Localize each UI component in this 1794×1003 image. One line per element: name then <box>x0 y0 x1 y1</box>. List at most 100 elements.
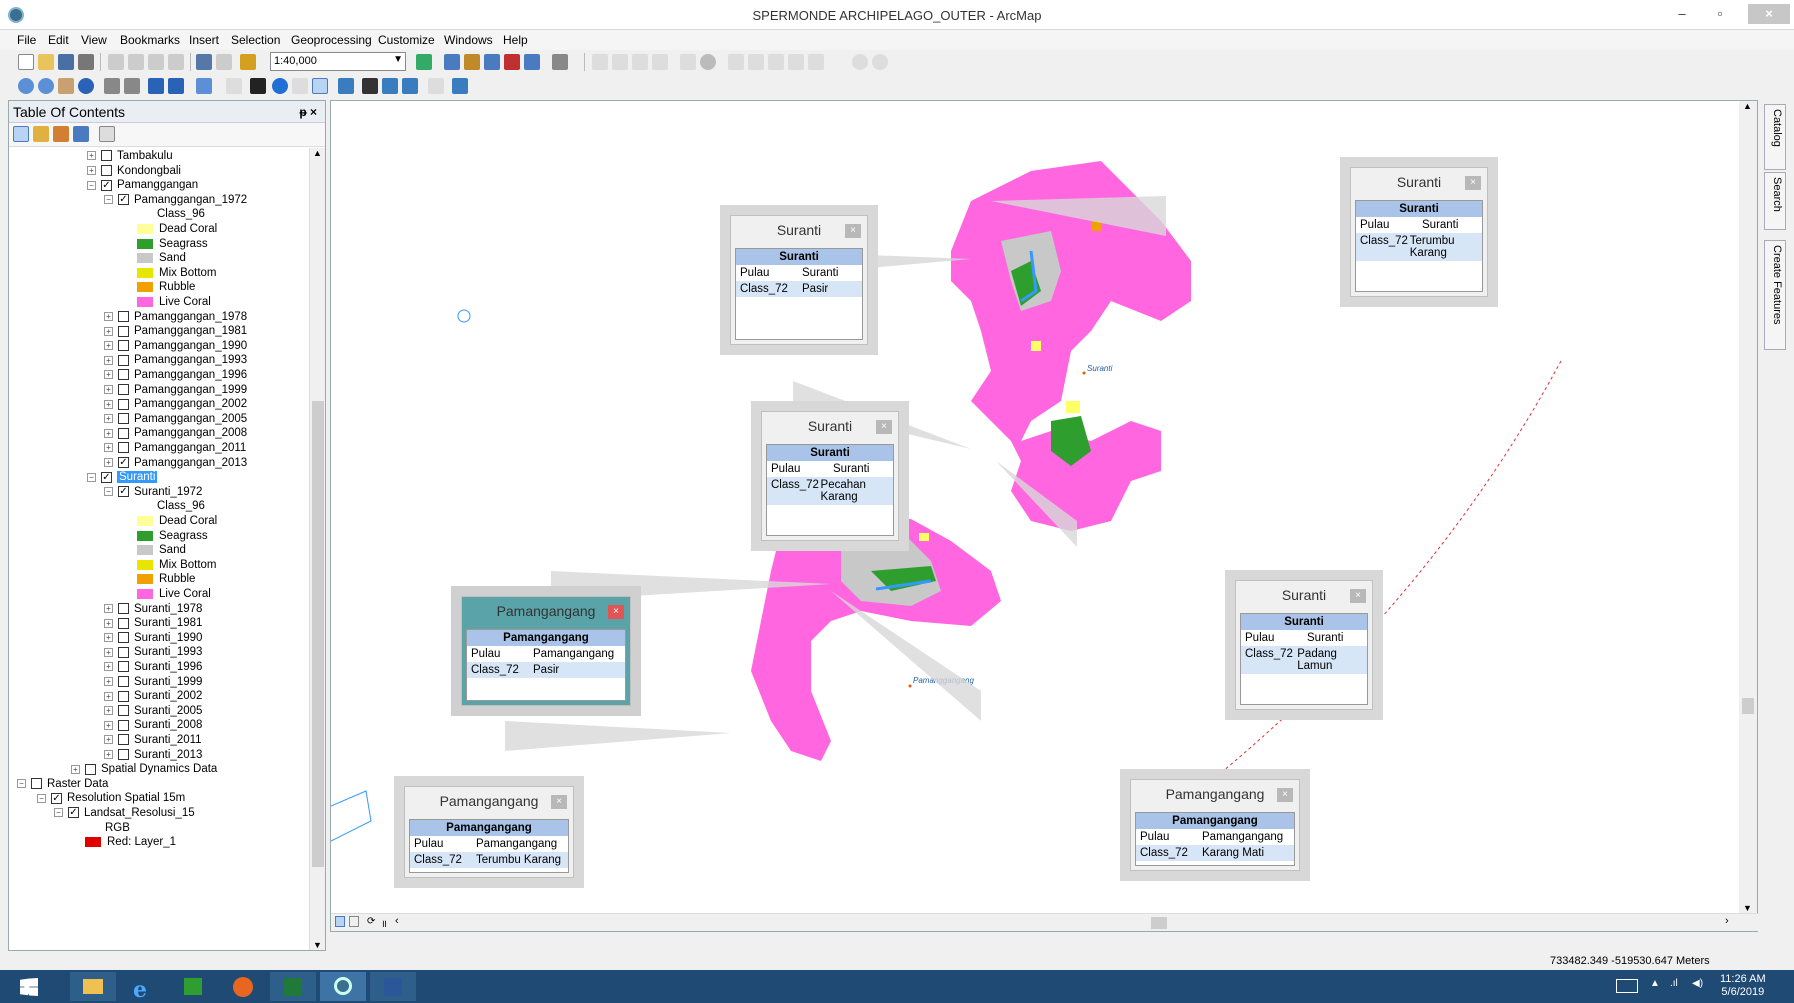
open-icon[interactable] <box>38 54 54 70</box>
new-document-icon[interactable] <box>18 54 34 70</box>
visibility-checkbox[interactable] <box>118 734 129 746</box>
visibility-checkbox[interactable] <box>118 369 129 381</box>
expand-icon[interactable]: + <box>104 691 113 701</box>
map-vertical-scrollbar[interactable]: ▲ ▼ <box>1739 101 1757 913</box>
popup-close-icon[interactable]: × <box>845 224 861 238</box>
toc-layer-row[interactable]: + Suranti_2008 <box>104 717 202 733</box>
toc-layer-row[interactable]: + Suranti_1993 <box>104 644 202 660</box>
expand-icon[interactable]: + <box>104 341 113 351</box>
toc-layer-row[interactable]: + Pamanggangan_2011 <box>104 440 246 456</box>
georef-icon[interactable] <box>872 54 888 70</box>
tray-expand-icon[interactable]: ▲ <box>1650 978 1660 989</box>
fixed-zoom-out-icon[interactable] <box>124 78 140 94</box>
expand-icon[interactable]: + <box>87 151 96 161</box>
toc-layer-row[interactable]: + Suranti_2002 <box>104 688 202 704</box>
toc-layer-row[interactable]: Rubble <box>137 279 195 295</box>
toc-layer-row[interactable]: + Pamanggangan_1993 <box>104 352 247 368</box>
menu-view[interactable]: View <box>81 33 107 47</box>
expand-icon[interactable]: + <box>104 647 113 657</box>
rotate-icon[interactable] <box>680 54 696 70</box>
toc-layer-row[interactable]: + Suranti_1978 <box>104 601 202 617</box>
table-of-contents-icon[interactable] <box>444 54 460 70</box>
scroll-right-icon[interactable]: › <box>1725 915 1729 927</box>
save-icon[interactable] <box>58 54 74 70</box>
identify-popup-suranti-pasir[interactable]: Suranti × Suranti Pulau Suranti Class_72 Pa… <box>720 205 878 355</box>
expand-icon[interactable]: + <box>104 633 113 643</box>
visibility-checkbox[interactable] <box>31 778 42 790</box>
expand-icon[interactable]: + <box>104 355 113 365</box>
zoom-out-icon[interactable] <box>38 78 54 94</box>
toc-layer-row[interactable]: + Pamanggangan_2002 <box>104 396 247 412</box>
popup-close-icon[interactable]: × <box>876 420 892 434</box>
expand-icon[interactable]: + <box>104 414 113 424</box>
go-to-xy-icon[interactable] <box>402 78 418 94</box>
hyperlink-icon[interactable] <box>292 78 308 94</box>
menu-bookmarks[interactable]: Bookmarks <box>120 33 180 47</box>
identify-popup-pamangangang-karang-mati[interactable]: Pamangangang × Pamangangang Pulau Pamangan… <box>1120 769 1310 881</box>
collapse-icon[interactable]: − <box>17 779 26 789</box>
add-data-icon[interactable] <box>240 54 256 70</box>
expand-icon[interactable]: + <box>104 677 113 687</box>
expand-icon[interactable]: + <box>104 385 113 395</box>
toc-layer-row[interactable]: Sand <box>137 250 186 266</box>
visibility-checkbox[interactable] <box>101 165 112 177</box>
popup-close-icon[interactable]: × <box>1350 589 1366 603</box>
visibility-checkbox[interactable]: ✓ <box>101 179 112 191</box>
create-viewer-icon[interactable] <box>452 78 468 94</box>
identify-icon[interactable] <box>272 78 288 94</box>
pause-drawing-icon[interactable]: ॥ <box>381 916 387 930</box>
menu-customize[interactable]: Customize <box>378 33 435 47</box>
toc-layer-row[interactable]: − ✓ Pamanggangan_1972 <box>104 192 247 208</box>
expand-icon[interactable]: + <box>104 458 113 468</box>
zoom-in-icon[interactable] <box>18 78 34 94</box>
visibility-checkbox[interactable]: ✓ <box>68 807 79 819</box>
excel-taskbar-icon[interactable] <box>270 972 316 1001</box>
search-window-icon[interactable] <box>484 54 500 70</box>
reshape-icon[interactable] <box>612 54 628 70</box>
toc-layer-row[interactable]: Mix Bottom <box>137 265 217 281</box>
forward-extent-icon[interactable] <box>168 78 184 94</box>
sketch-icon[interactable] <box>700 54 716 70</box>
select-elements-icon[interactable] <box>250 78 266 94</box>
scroll-down-icon[interactable]: ▼ <box>1743 903 1752 913</box>
map-vscroll-thumb[interactable] <box>1742 698 1754 714</box>
map-scale-dropdown[interactable]: 1:40,000 ▼ <box>270 52 406 71</box>
expand-icon[interactable]: + <box>71 764 80 774</box>
visibility-checkbox[interactable] <box>118 325 129 337</box>
collapse-icon[interactable]: − <box>104 195 113 205</box>
list-by-selection-icon[interactable] <box>73 126 89 142</box>
model-builder-icon[interactable] <box>552 54 568 70</box>
create-features-tab[interactable]: Create Features <box>1764 240 1786 350</box>
identify-popup-pamangangang-pasir[interactable]: Pamangangang × Pamangangang Pulau Pamangan… <box>451 586 641 716</box>
collapse-icon[interactable]: − <box>87 180 96 190</box>
list-by-source-icon[interactable] <box>33 126 49 142</box>
find-route-icon[interactable] <box>382 78 398 94</box>
keyboard-icon[interactable] <box>1616 979 1638 993</box>
menu-edit[interactable]: Edit <box>48 33 69 47</box>
delete-icon[interactable] <box>168 54 184 70</box>
toc-layer-row[interactable]: − ✓ Landsat_Resolusi_15 <box>54 805 195 821</box>
paste-icon[interactable] <box>148 54 164 70</box>
collapse-icon[interactable]: − <box>54 808 63 818</box>
toc-layer-row[interactable]: + Suranti_1981 <box>104 615 202 631</box>
visibility-checkbox[interactable] <box>118 340 129 352</box>
toc-layer-row[interactable]: RGB <box>105 820 130 836</box>
menu-geoprocessing[interactable]: Geoprocessing <box>291 33 372 47</box>
expand-icon[interactable]: + <box>104 618 113 628</box>
toc-layer-row[interactable]: + Kondongbali <box>87 163 181 179</box>
cogo-icon[interactable] <box>852 54 868 70</box>
toc-layer-row[interactable]: − ✓ Resolution Spatial 15m <box>37 790 185 806</box>
volume-icon[interactable]: ◀) <box>1692 978 1703 989</box>
visibility-checkbox[interactable] <box>118 690 129 702</box>
map-hscroll-thumb[interactable] <box>1151 917 1167 929</box>
expand-icon[interactable]: + <box>104 706 113 716</box>
catalog-icon[interactable] <box>464 54 480 70</box>
visibility-checkbox[interactable]: ✓ <box>118 486 129 498</box>
visibility-checkbox[interactable] <box>118 632 129 644</box>
toc-scroll-thumb[interactable] <box>312 401 324 867</box>
toc-layer-row[interactable]: + Suranti_1999 <box>104 674 202 690</box>
visibility-checkbox[interactable]: ✓ <box>118 457 129 469</box>
popup-close-icon[interactable]: × <box>1277 788 1293 802</box>
grid-icon[interactable] <box>788 54 804 70</box>
visibility-checkbox[interactable] <box>118 749 129 761</box>
